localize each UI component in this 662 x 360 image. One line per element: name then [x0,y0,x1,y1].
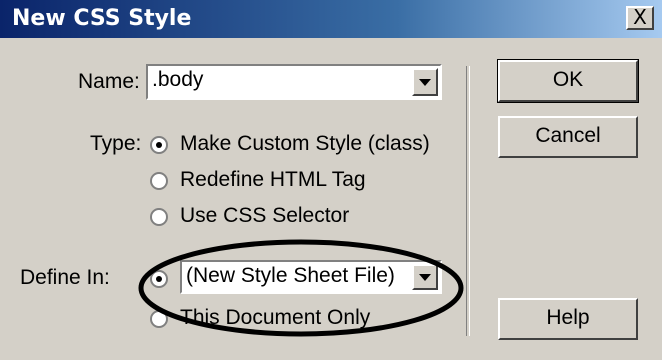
type-label: Type: [90,132,142,155]
annotation-ellipse [138,239,464,337]
vertical-divider [466,66,470,336]
close-button[interactable]: X [626,6,654,30]
radio-redefine-html-tag-label: Redefine HTML Tag [180,168,366,191]
define-in-label: Define In: [20,266,110,289]
name-combobox[interactable]: .body [146,64,442,100]
radio-use-css-selector-label: Use CSS Selector [180,204,350,227]
radio-use-css-selector[interactable] [150,208,168,226]
title-bar: New CSS Style X [0,0,662,38]
radio-make-custom-style-label: Make Custom Style (class) [180,132,430,155]
radio-make-custom-style[interactable] [150,136,168,154]
chevron-down-icon[interactable] [412,68,438,96]
ok-button[interactable]: OK [497,59,639,103]
close-icon: X [633,5,647,29]
help-button[interactable]: Help [498,298,638,340]
name-label: Name: [78,70,140,93]
cancel-button[interactable]: Cancel [498,116,638,158]
radio-redefine-html-tag[interactable] [150,172,168,190]
window-title: New CSS Style [12,6,192,31]
name-value: .body [152,68,204,91]
